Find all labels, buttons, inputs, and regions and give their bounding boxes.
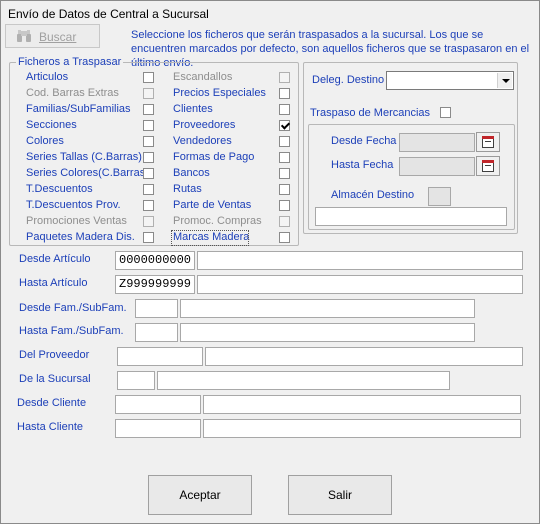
title-bar: Envío de Datos de Central a Sucursal bbox=[0, 0, 540, 26]
desde-articulo-code[interactable]: 0000000000 bbox=[115, 251, 195, 270]
proveedor-label: Del Proveedor bbox=[19, 349, 90, 361]
hasta-articulo-code[interactable]: Z999999999 bbox=[115, 275, 195, 294]
hasta-articulo-label: Hasta Artículo bbox=[19, 277, 88, 289]
left-file-checkbox[interactable] bbox=[143, 104, 154, 115]
sucursal-label: De la Sucursal bbox=[19, 373, 91, 385]
desde-cliente-desc[interactable] bbox=[203, 395, 521, 414]
right-file-checkbox[interactable] bbox=[279, 168, 290, 179]
focus-rectangle bbox=[171, 230, 249, 246]
left-file-checkbox[interactable] bbox=[143, 88, 154, 99]
sucursal-desc[interactable] bbox=[157, 371, 450, 390]
hasta-fam-label: Hasta Fam./SubFam. bbox=[19, 325, 124, 337]
right-label: Rutas bbox=[173, 183, 202, 195]
left-file-checkbox[interactable] bbox=[143, 200, 154, 211]
right-label: Vendedores bbox=[173, 135, 232, 147]
deleg-destino-label: Deleg. Destino bbox=[312, 74, 385, 86]
window-title: Envío de Datos de Central a Sucursal bbox=[8, 7, 209, 21]
calendar-icon bbox=[482, 136, 494, 148]
left-file-checkbox[interactable] bbox=[143, 232, 154, 243]
right-label: Precios Especiales bbox=[173, 87, 266, 99]
left-label: Cod. Barras Extras bbox=[26, 87, 119, 99]
right-label: Parte de Ventas bbox=[173, 199, 252, 211]
left-label: Paquetes Madera Dis. bbox=[26, 231, 135, 243]
left-file-checkbox[interactable] bbox=[143, 216, 154, 227]
left-label: Series Colores(C.Barras) bbox=[26, 167, 149, 179]
left-label: T.Descuentos bbox=[26, 183, 93, 195]
hasta-fam-code[interactable] bbox=[135, 323, 178, 342]
left-file-checkbox[interactable] bbox=[143, 152, 154, 163]
hasta-cliente-label: Hasta Cliente bbox=[17, 421, 84, 433]
left-label: Promociones Ventas bbox=[26, 215, 127, 227]
desde-subfam-code[interactable] bbox=[180, 299, 475, 318]
proveedor-desc[interactable] bbox=[205, 347, 523, 366]
right-file-checkbox[interactable] bbox=[279, 200, 290, 211]
right-file-checkbox[interactable] bbox=[279, 88, 290, 99]
right-file-checkbox[interactable] bbox=[279, 184, 290, 195]
right-label: Escandallos bbox=[173, 71, 233, 83]
left-label: Familias/SubFamilias bbox=[26, 103, 131, 115]
traspaso-mercancias-label: Traspaso de Mercancias bbox=[310, 107, 431, 119]
right-label: Formas de Pago bbox=[173, 151, 255, 163]
left-file-checkbox[interactable] bbox=[143, 120, 154, 131]
right-label: Proveedores bbox=[173, 119, 236, 131]
binoculars-icon bbox=[17, 30, 31, 42]
desde-fecha-label: Desde Fecha bbox=[331, 135, 397, 147]
right-label: Clientes bbox=[173, 103, 213, 115]
left-label: Colores bbox=[26, 135, 64, 147]
hasta-subfam-code[interactable] bbox=[180, 323, 475, 342]
sucursal-code[interactable] bbox=[117, 371, 155, 390]
accept-button[interactable]: Aceptar bbox=[148, 475, 252, 515]
calendar-icon bbox=[482, 160, 494, 172]
search-button[interactable]: Buscar bbox=[5, 24, 100, 48]
desde-articulo-label: Desde Artículo bbox=[19, 253, 91, 265]
right-label: Bancos bbox=[173, 167, 210, 179]
desde-fecha-field[interactable] bbox=[399, 133, 475, 152]
right-file-checkbox[interactable] bbox=[279, 120, 290, 131]
hasta-fecha-field[interactable] bbox=[399, 157, 475, 176]
right-file-checkbox[interactable] bbox=[279, 136, 290, 147]
left-file-checkbox[interactable] bbox=[143, 72, 154, 83]
almacen-destino-code[interactable] bbox=[428, 187, 451, 206]
hasta-articulo-desc[interactable] bbox=[197, 275, 523, 294]
hasta-cliente-desc[interactable] bbox=[203, 419, 521, 438]
almacen-destino-label: Almacén Destino bbox=[331, 189, 415, 201]
desde-cliente-code[interactable] bbox=[115, 395, 201, 414]
exit-button[interactable]: Salir bbox=[288, 475, 392, 515]
right-file-checkbox[interactable] bbox=[279, 232, 290, 243]
right-file-checkbox[interactable] bbox=[279, 104, 290, 115]
left-file-checkbox[interactable] bbox=[143, 136, 154, 147]
almacen-destino-name[interactable] bbox=[315, 207, 507, 226]
left-label: Secciones bbox=[26, 119, 77, 131]
right-file-checkbox[interactable] bbox=[279, 216, 290, 227]
left-label: Series Tallas (C.Barras) bbox=[26, 151, 142, 163]
left-label: T.Descuentos Prov. bbox=[26, 199, 121, 211]
left-file-checkbox[interactable] bbox=[143, 184, 154, 195]
desde-fam-label: Desde Fam./SubFam. bbox=[19, 302, 127, 314]
desde-fecha-calendar-button[interactable] bbox=[476, 132, 500, 152]
left-file-checkbox[interactable] bbox=[143, 168, 154, 179]
deleg-destino-select[interactable] bbox=[386, 71, 514, 90]
traspaso-mercancias-checkbox[interactable] bbox=[440, 107, 451, 118]
proveedor-code[interactable] bbox=[117, 347, 203, 366]
right-label: Promoc. Compras bbox=[173, 215, 262, 227]
desde-cliente-label: Desde Cliente bbox=[17, 397, 87, 409]
desde-fam-code[interactable] bbox=[135, 299, 178, 318]
chevron-down-icon[interactable] bbox=[497, 73, 512, 88]
search-button-label: Buscar bbox=[39, 30, 77, 44]
hasta-fecha-label: Hasta Fecha bbox=[331, 159, 394, 171]
hasta-cliente-code[interactable] bbox=[115, 419, 201, 438]
desde-articulo-desc[interactable] bbox=[197, 251, 523, 270]
files-group-legend: Ficheros a Traspasar bbox=[16, 56, 124, 68]
right-file-checkbox[interactable] bbox=[279, 72, 290, 83]
right-file-checkbox[interactable] bbox=[279, 152, 290, 163]
hasta-fecha-calendar-button[interactable] bbox=[476, 156, 500, 176]
left-label: Articulos bbox=[26, 71, 69, 83]
